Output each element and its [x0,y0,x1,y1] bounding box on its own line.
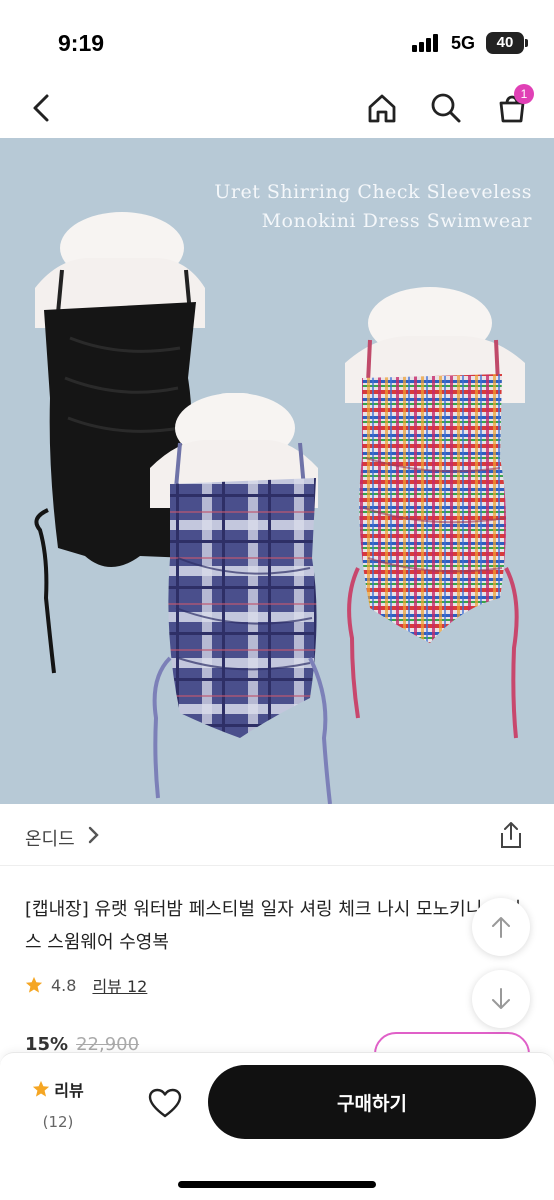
chevron-right-icon [88,826,99,844]
search-button[interactable] [426,88,466,128]
swimsuit-illustration [34,212,525,804]
product-title: [캡내장] 유랫 워터밤 페스티벌 일자 셔링 체크 나시 모노키니 원피스 스… [25,899,522,953]
home-indicator [178,1181,376,1188]
arrow-down-icon [492,988,510,1009]
status-bar: 9:19 5G 40 [0,0,554,80]
cart-badge: 1 [514,84,534,104]
status-time: 9:19 [58,30,105,56]
cart-button[interactable]: 1 [492,84,534,128]
back-button[interactable] [22,88,62,128]
share-icon [501,822,521,848]
review-link[interactable]: 리뷰 12 [92,973,147,997]
home-icon [368,94,396,123]
rating-value: 4.8 [51,975,77,995]
review-star-icon [33,1080,50,1097]
nav-bar: 1 [0,80,554,138]
star-icon [25,976,43,993]
wishlist-button[interactable] [146,1085,184,1121]
bottom-action-bar: 리뷰 (12) 구매하기 [0,1052,554,1200]
network-label: 5G [451,33,476,53]
product-image[interactable]: Uret Shirring Check Sleeveless Monokini … [0,138,554,804]
scroll-down-button[interactable] [472,970,530,1028]
brand-row[interactable]: 온디드 [0,804,554,866]
arrow-up-icon [492,917,510,938]
brand-name[interactable]: 온디드 [25,825,75,851]
buy-button[interactable]: 구매하기 [208,1065,536,1139]
review-label: 리뷰 [54,1081,84,1100]
share-button[interactable] [496,820,526,850]
heart-icon [148,1088,182,1118]
review-count: (12) [42,1113,74,1131]
scroll-up-button[interactable] [472,898,530,956]
review-summary[interactable]: 리뷰 (12) [28,1077,88,1131]
back-arrow-icon [33,94,49,122]
rating-row: 4.8 리뷰 12 [25,974,147,996]
battery-icon: 40 [486,32,528,54]
search-icon [431,93,461,123]
signal-icon [412,34,442,52]
home-button[interactable] [362,88,402,128]
